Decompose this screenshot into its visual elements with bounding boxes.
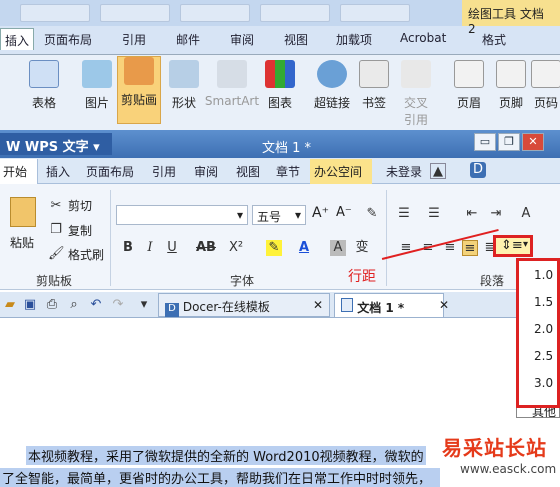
- paste-icon[interactable]: [10, 197, 36, 227]
- redo-icon[interactable]: ↷: [110, 297, 126, 313]
- font-group-label: 字体: [230, 274, 255, 288]
- minimize-icon[interactable]: ▭: [474, 133, 496, 151]
- tab-section[interactable]: 章节: [276, 163, 300, 180]
- document-title: 文档 1 *: [262, 141, 312, 156]
- print-icon[interactable]: ⎙: [44, 297, 60, 313]
- chevron-down-icon: ▾: [236, 208, 243, 222]
- word-chart-button[interactable]: 图表: [258, 60, 302, 111]
- close-icon: ✕: [438, 298, 449, 312]
- superscript-icon[interactable]: X²: [228, 240, 244, 256]
- document1-tab[interactable]: 文档 1 * ✕: [334, 293, 449, 317]
- char-shading-icon[interactable]: A: [330, 240, 346, 256]
- paragraph-group-label: 段落: [480, 274, 505, 288]
- word-clipart-button[interactable]: 剪贴画: [117, 56, 161, 124]
- cut-button[interactable]: 剪切: [68, 197, 92, 214]
- word-tab-insert[interactable]: 插入: [0, 28, 35, 50]
- word-tab-references[interactable]: 引用: [118, 28, 150, 50]
- tab-home[interactable]: 开始: [0, 159, 38, 184]
- chinese-layout-icon[interactable]: A: [518, 206, 534, 222]
- line-spacing-icon: ⇕≡: [501, 238, 523, 253]
- word-shapes-button[interactable]: 形状: [162, 60, 206, 111]
- format-painter-button[interactable]: 格式刷: [68, 246, 104, 263]
- tab-page-layout[interactable]: 页面布局: [86, 163, 134, 180]
- group-divider: [110, 190, 111, 286]
- annotation-label: 行距: [348, 269, 376, 285]
- phonetic-icon[interactable]: 变: [354, 240, 370, 256]
- font-name-combo[interactable]: ▾: [116, 205, 248, 225]
- word-header-button[interactable]: 页眉: [447, 60, 491, 111]
- word-tab-format[interactable]: 格式: [478, 28, 510, 50]
- word-tab-addins[interactable]: 加载项: [332, 28, 376, 50]
- word-picture-button[interactable]: 图片: [75, 60, 119, 111]
- tab-office-space[interactable]: 办公空间: [310, 159, 372, 184]
- line-spacing-button[interactable]: ⇕≡ ▾: [493, 235, 533, 257]
- docer-tab[interactable]: D Docer-在线模板 ✕: [158, 293, 330, 317]
- scissors-icon: ✂: [50, 198, 62, 213]
- document-text-line[interactable]: 本视频教程，采用了微软提供的全新的 Word2010视频教程，微软的: [26, 446, 426, 465]
- word-smartart-button[interactable]: SmartArt: [204, 60, 260, 108]
- document-text-line[interactable]: 了全智能，最简单，更省时的办公工具，帮助我们在日常工作中时时领先，: [0, 468, 440, 487]
- underline-icon[interactable]: U: [164, 240, 180, 256]
- docer-d-icon[interactable]: D: [470, 162, 486, 178]
- copy-icon: ❐: [50, 222, 62, 237]
- tab-insert[interactable]: 插入: [46, 163, 70, 180]
- numbering-icon[interactable]: ☰: [426, 206, 442, 222]
- tab-references[interactable]: 引用: [152, 163, 176, 180]
- word-crossref-button[interactable]: 交叉 引用: [394, 60, 438, 128]
- paste-button[interactable]: 粘贴: [10, 234, 34, 251]
- watermark-url: www.easck.com: [460, 462, 557, 476]
- wps-logo-icon: W: [6, 140, 21, 155]
- document-icon: [341, 298, 353, 312]
- word-tab-review[interactable]: 审阅: [226, 28, 258, 50]
- docer-d-icon: D: [165, 303, 179, 317]
- word-table-button[interactable]: 表格: [22, 60, 66, 111]
- bullets-icon[interactable]: ☰: [396, 206, 412, 222]
- word-tab-view[interactable]: 视图: [280, 28, 312, 50]
- login-status[interactable]: 未登录: [386, 163, 422, 180]
- justify-icon[interactable]: ≡: [462, 240, 478, 256]
- collapse-ribbon-icon[interactable]: ▲: [430, 163, 446, 179]
- chevron-down-icon: ▾: [294, 208, 301, 222]
- clear-format-icon[interactable]: ✎: [364, 206, 380, 222]
- print-preview-icon[interactable]: ⌕: [66, 297, 82, 313]
- word-tab-layout[interactable]: 页面布局: [40, 28, 96, 50]
- bold-icon[interactable]: B: [120, 240, 136, 256]
- close-icon: ✕: [312, 298, 323, 312]
- chevron-down-icon: ▾: [522, 239, 528, 250]
- undo-icon[interactable]: ↶: [88, 297, 104, 313]
- watermark-logo: 易采站长站: [442, 436, 547, 460]
- font-color-icon[interactable]: A: [296, 240, 312, 256]
- clipboard-group-label: 剪贴板: [36, 274, 73, 288]
- group-divider: [386, 190, 387, 286]
- shrink-font-button[interactable]: A⁻: [336, 205, 352, 220]
- format-painter-icon: 🖌: [48, 246, 65, 261]
- word-bookmark-button[interactable]: 书签: [352, 60, 396, 111]
- word-pagenum-button[interactable]: 页码: [531, 60, 560, 111]
- word-footer-button[interactable]: 页脚: [489, 60, 533, 111]
- strikethrough-icon[interactable]: AB: [196, 240, 216, 256]
- dropdown-highlight-box: [516, 258, 560, 408]
- close-icon[interactable]: ✕: [522, 133, 544, 151]
- save-icon[interactable]: ▣: [22, 297, 38, 313]
- italic-icon[interactable]: I: [142, 240, 158, 256]
- font-size-combo[interactable]: 五号 ▾: [252, 205, 306, 225]
- word-hyperlink-button[interactable]: 超链接: [310, 60, 354, 111]
- tab-view[interactable]: 视图: [236, 163, 260, 180]
- grow-font-button[interactable]: A⁺: [312, 205, 329, 221]
- highlight-icon[interactable]: ✎: [266, 240, 282, 256]
- word-tab-mail[interactable]: 邮件: [172, 28, 204, 50]
- tab-review[interactable]: 审阅: [194, 163, 218, 180]
- quick-access-menu-icon[interactable]: ▾: [136, 297, 152, 313]
- wps-app-menu[interactable]: W WPS 文字 ▾: [0, 133, 112, 155]
- increase-indent-icon[interactable]: ⇥: [488, 206, 504, 222]
- copy-button[interactable]: 复制: [68, 222, 92, 239]
- word-drawing-tools-title: 绘图工具 文档 2: [462, 0, 560, 36]
- decrease-indent-icon[interactable]: ⇤: [464, 206, 480, 222]
- word-tab-acrobat[interactable]: Acrobat: [396, 28, 450, 50]
- restore-icon[interactable]: ❐: [498, 133, 520, 151]
- open-folder-icon[interactable]: ▰: [2, 297, 18, 313]
